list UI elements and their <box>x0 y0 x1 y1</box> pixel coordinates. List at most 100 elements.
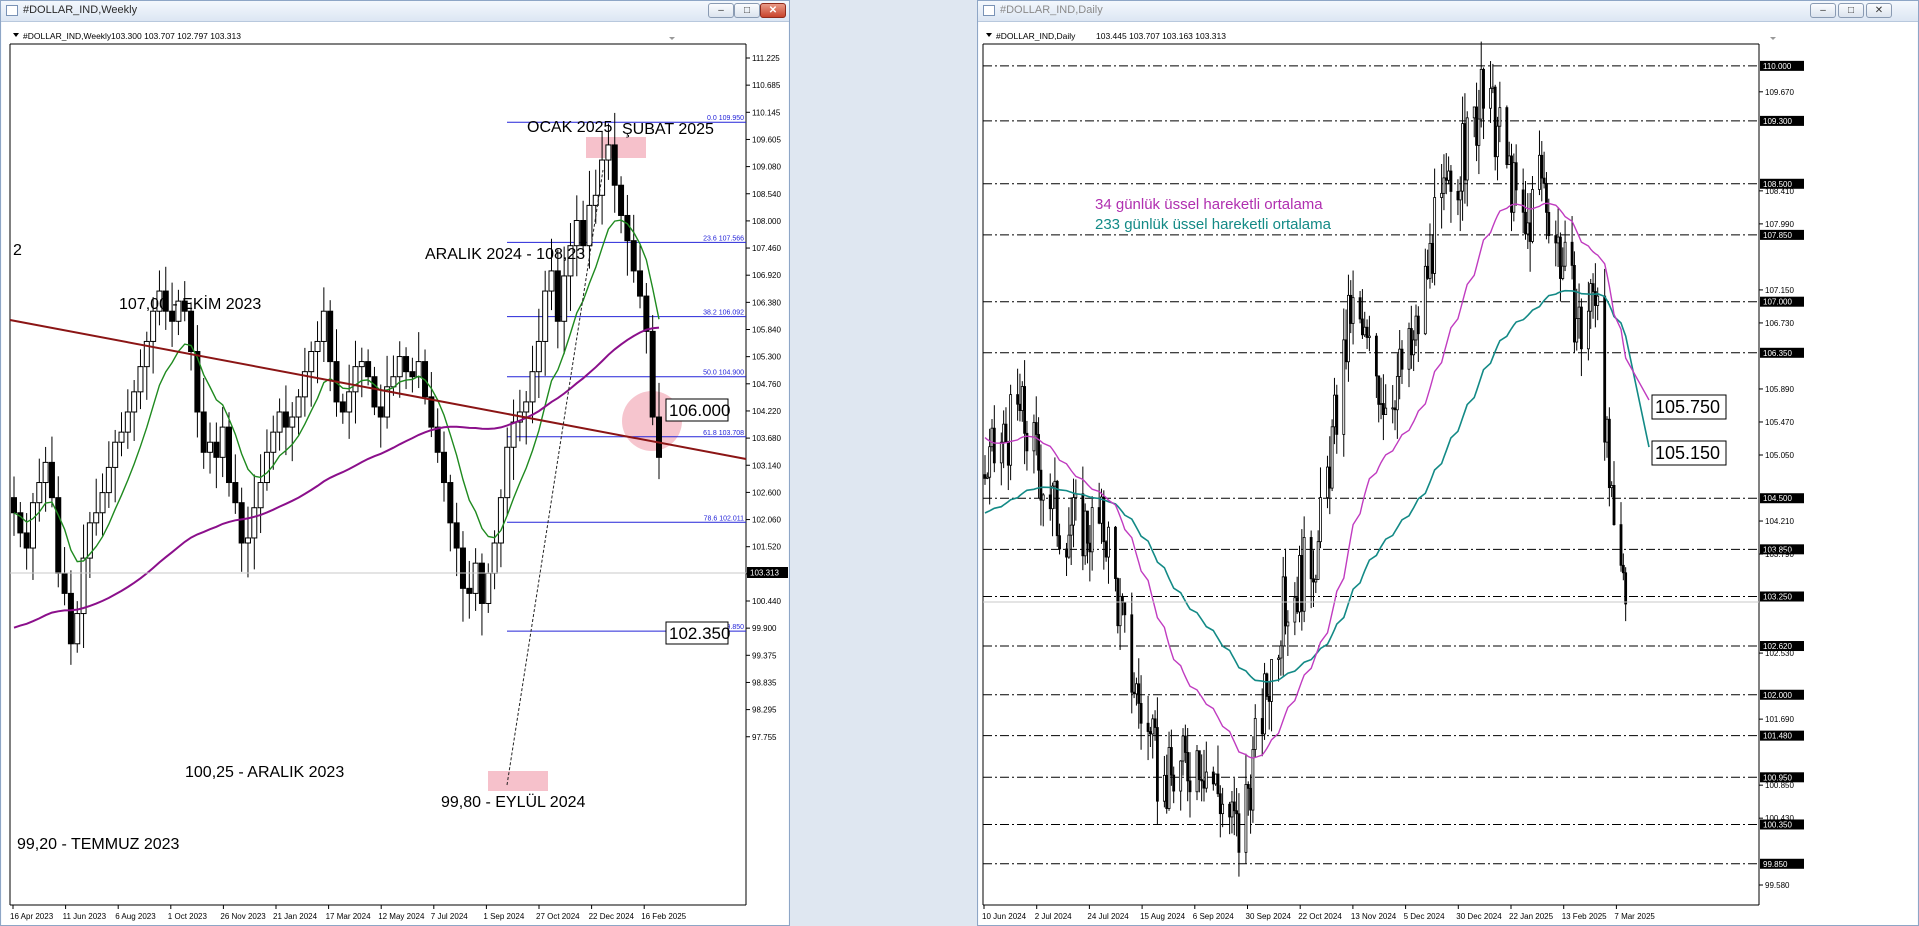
weekly-candle-body <box>226 426 232 484</box>
daily-candle-body <box>1216 773 1220 795</box>
weekly-candle-body <box>630 240 637 272</box>
symbol-dropdown-icon[interactable] <box>13 33 19 37</box>
daily-candle-body <box>1342 339 1346 435</box>
daily-candle-body <box>1547 211 1551 237</box>
weekly-candle-body <box>36 482 43 504</box>
daily-chart-area[interactable]: 110.000 109.300 108.500 107.850 107.000 106.3… <box>979 22 1917 925</box>
weekly-candle-body <box>67 592 74 645</box>
weekly-candle-body <box>137 366 144 393</box>
daily-candle-body <box>1214 773 1218 785</box>
weekly-candle-body <box>150 310 157 342</box>
weekly-candle-body <box>244 537 251 544</box>
daily-candle-body <box>1081 493 1085 557</box>
close-button[interactable]: ✕ <box>760 3 786 18</box>
daily-candle-body <box>1053 480 1057 487</box>
daily-candle-body <box>1465 117 1469 181</box>
maximize-button[interactable]: □ <box>1838 3 1864 18</box>
weekly-candle-body <box>320 310 327 342</box>
annotation-subat-2025: ŞUBAT 2025 <box>622 121 714 138</box>
daily-y-tick-label: 101.690 <box>1765 715 1794 724</box>
close-button[interactable]: ✕ <box>1866 3 1892 18</box>
daily-chart-window[interactable]: #DOLLAR_IND,Daily ‒ □ ✕ 110.000 109.300 10… <box>977 0 1919 926</box>
daily-candle-body <box>1540 154 1544 179</box>
annotation-ekim-2023: 107,00 - EKİM 2023 <box>119 294 261 313</box>
daily-candle-body <box>1619 524 1623 566</box>
weekly-candle-body <box>491 542 498 574</box>
daily-candle-body <box>1228 803 1232 818</box>
daily-candle-body <box>1200 779 1204 782</box>
weekly-candle-body <box>485 572 492 604</box>
weekly-y-tick-label: 98.835 <box>752 678 777 687</box>
daily-candle-body <box>1579 306 1583 350</box>
maximize-button[interactable]: □ <box>734 3 760 18</box>
daily-candle-body <box>1298 555 1301 613</box>
daily-candle-body <box>1183 735 1187 753</box>
daily-candle-body <box>1167 747 1171 809</box>
weekly-candle-body <box>656 416 662 458</box>
daily-candle-body <box>1426 265 1430 279</box>
weekly-chart[interactable]: 0.0 109.95023.6 107.56638.2 106.09250.0 … <box>2 22 788 925</box>
daily-candle-body <box>1510 155 1513 213</box>
boxed-label-105150: 105.150 <box>1655 443 1720 463</box>
symbol-dropdown-icon[interactable] <box>986 33 992 37</box>
daily-candle-body <box>1449 170 1453 192</box>
fib-level-label: 38.2 106.092 <box>703 310 744 317</box>
weekly-candle-body <box>207 441 214 453</box>
daily-window-title: #DOLLAR_IND,Daily <box>1000 4 1103 16</box>
weekly-candle-body <box>289 416 296 428</box>
daily-candle-body <box>1349 294 1353 324</box>
daily-candle-body <box>1118 595 1122 627</box>
weekly-chart-window[interactable]: #DOLLAR_IND,Weekly ‒ □ ✕ 0.0 109.950 23.6… <box>0 0 790 926</box>
daily-candle-body <box>1265 673 1269 697</box>
weekly-candle-body <box>263 451 270 484</box>
daily-candle-body <box>1267 695 1271 702</box>
daily-candle-body <box>1591 283 1595 292</box>
daily-y-tick-label: 100.850 <box>1765 781 1794 790</box>
daily-chart[interactable]: 110.000109.300108.500107.850107.000106.3… <box>979 22 1917 925</box>
daily-title-bar[interactable]: #DOLLAR_IND,Daily ‒ □ ✕ <box>978 1 1918 22</box>
daily-candle-body <box>1211 771 1215 785</box>
weekly-y-tick-label: 99.375 <box>752 651 777 660</box>
daily-candle-body <box>1377 375 1381 405</box>
daily-candle-body <box>1319 497 1322 543</box>
weekly-y-tick-label: 105.300 <box>752 353 781 362</box>
weekly-chart-area[interactable]: 0.0 109.950 23.6 107.566 38.2 106.092 50.0 … <box>2 22 788 925</box>
daily-x-tick-label: 6 Sep 2024 <box>1193 912 1234 921</box>
daily-candle-body <box>1188 780 1192 793</box>
weekly-candle-body <box>213 441 220 458</box>
daily-candle-body <box>983 474 987 479</box>
daily-candle-body <box>1041 494 1045 501</box>
weekly-candle-body <box>270 431 277 453</box>
daily-y-tick-label: 105.890 <box>1765 385 1794 394</box>
annotation-aralik-2023: 100,25 - ARALIK 2023 <box>185 764 344 781</box>
weekly-candle-body <box>428 396 435 428</box>
weekly-candle-body <box>238 502 245 544</box>
weekly-candle-body <box>478 562 485 604</box>
weekly-candle-body <box>504 446 511 499</box>
weekly-candle-body <box>219 426 226 458</box>
daily-candle-body <box>1610 485 1614 489</box>
weekly-candle-body <box>200 411 207 453</box>
daily-candle-body <box>1456 191 1460 201</box>
daily-candle-body <box>1475 106 1478 146</box>
daily-candle-body <box>1395 376 1399 411</box>
scroll-marker-icon <box>669 37 675 40</box>
daily-candle-body <box>1430 242 1434 274</box>
daily-candle-body <box>1018 403 1022 411</box>
daily-level-label: 104.500 <box>1763 494 1792 503</box>
weekly-y-tick-label: 105.840 <box>752 326 781 335</box>
daily-candle-body <box>1232 801 1236 812</box>
weekly-y-tick-label: 103.140 <box>752 461 781 470</box>
weekly-y-tick-label: 100.440 <box>752 597 781 606</box>
weekly-title-bar[interactable]: #DOLLAR_IND,Weekly ‒ □ ✕ <box>1 1 789 22</box>
daily-candle-body <box>1065 548 1068 558</box>
weekly-info-symbol: #DOLLAR_IND,Weekly <box>23 31 112 41</box>
minimize-button[interactable]: ‒ <box>708 3 734 18</box>
weekly-candle-body <box>434 426 441 453</box>
daily-level-label: 109.300 <box>1763 117 1792 126</box>
daily-candle-body <box>1479 68 1483 120</box>
minimize-button[interactable]: ‒ <box>1810 3 1836 18</box>
daily-candle-body <box>1570 241 1574 266</box>
weekly-candle-body <box>466 587 473 594</box>
daily-candle-body <box>1293 597 1297 623</box>
